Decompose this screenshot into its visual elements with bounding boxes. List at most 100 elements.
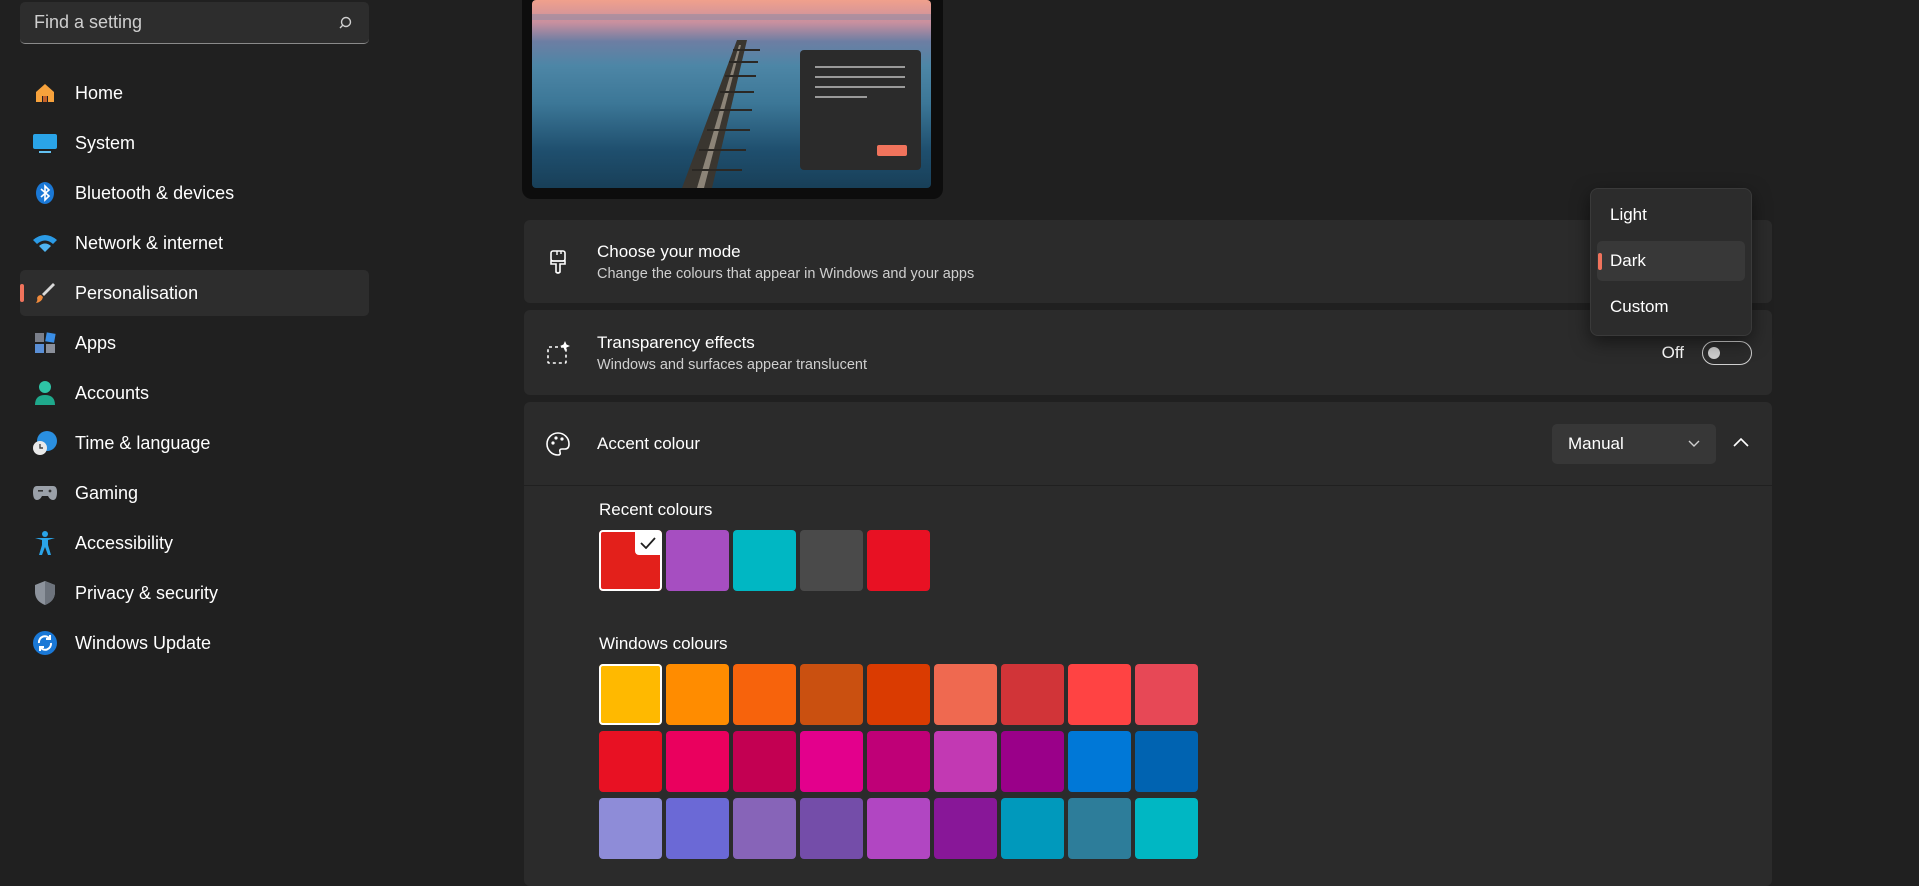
mode-option-custom[interactable]: Custom xyxy=(1597,287,1745,327)
sidebar: Home System Bluetooth & devices Network … xyxy=(0,0,390,846)
transparency-subtitle: Windows and surfaces appear translucent xyxy=(597,356,868,373)
theme-preview xyxy=(522,0,943,199)
globe-clock-icon xyxy=(32,430,58,456)
home-icon xyxy=(32,80,58,106)
sidebar-item-label: System xyxy=(75,132,136,153)
windows-colour-swatch[interactable] xyxy=(934,664,997,725)
sidebar-item-label: Gaming xyxy=(75,482,139,503)
palette-icon xyxy=(544,430,572,458)
transparency-toggle[interactable] xyxy=(1702,340,1752,365)
windows-colour-swatch[interactable] xyxy=(733,798,796,859)
bluetooth-icon xyxy=(32,180,58,206)
windows-colour-swatch[interactable] xyxy=(599,798,662,859)
windows-colour-swatch[interactable] xyxy=(800,798,863,859)
windows-colour-swatch[interactable] xyxy=(1068,731,1131,792)
windows-colour-swatch[interactable] xyxy=(867,731,930,792)
windows-colour-swatch[interactable] xyxy=(666,664,729,725)
preview-window xyxy=(800,50,921,170)
chevron-down-icon xyxy=(1688,440,1700,447)
sidebar-item-label: Privacy & security xyxy=(75,582,219,603)
sidebar-item-label: Accessibility xyxy=(75,532,174,553)
mode-option-light[interactable]: Light xyxy=(1597,195,1745,235)
windows-colour-swatch[interactable] xyxy=(733,664,796,725)
wifi-icon xyxy=(32,230,58,256)
sidebar-item-label: Windows Update xyxy=(75,632,212,653)
accent-colour-title: Accent colour xyxy=(597,433,700,453)
search-box[interactable] xyxy=(20,2,369,44)
sidebar-item-accounts[interactable]: Accounts xyxy=(20,370,369,416)
windows-colour-swatch[interactable] xyxy=(800,731,863,792)
shield-icon xyxy=(32,580,58,606)
sidebar-item-label: Home xyxy=(75,82,124,103)
recent-colour-swatch[interactable] xyxy=(800,530,863,591)
recent-colour-swatch[interactable] xyxy=(666,530,729,591)
choose-mode-card: Choose your mode Change the colours that… xyxy=(524,220,1772,303)
chevron-up-icon[interactable] xyxy=(1732,434,1750,452)
wallpaper-preview-image xyxy=(532,0,931,188)
transparency-title: Transparency effects xyxy=(597,332,755,352)
search-icon[interactable] xyxy=(339,15,355,31)
sidebar-nav: Home System Bluetooth & devices Network … xyxy=(20,70,369,670)
mode-options-menu: Light Dark Custom xyxy=(1590,188,1752,336)
windows-colour-swatch[interactable] xyxy=(867,798,930,859)
windows-colour-swatch[interactable] xyxy=(867,664,930,725)
windows-colour-swatch[interactable] xyxy=(934,731,997,792)
accent-colour-panel: Recent colours Windows colours xyxy=(524,486,1772,886)
checkmark-icon xyxy=(635,531,661,555)
sidebar-item-time-language[interactable]: Time & language xyxy=(20,420,369,466)
windows-colour-swatch[interactable] xyxy=(1068,798,1131,859)
sidebar-item-home[interactable]: Home xyxy=(20,70,369,116)
sidebar-item-label: Time & language xyxy=(75,432,211,453)
windows-colour-swatch[interactable] xyxy=(1135,731,1198,792)
paint-brush-icon xyxy=(544,248,572,276)
main-content: Choose your mode Change the colours that… xyxy=(522,0,1772,886)
update-icon xyxy=(32,630,58,656)
sidebar-item-label: Bluetooth & devices xyxy=(75,182,235,203)
sidebar-item-label: Apps xyxy=(75,332,117,353)
windows-colour-swatch[interactable] xyxy=(733,731,796,792)
search-input[interactable] xyxy=(34,12,339,33)
sidebar-item-accessibility[interactable]: Accessibility xyxy=(20,520,369,566)
accent-colour-card[interactable]: Accent colour Manual xyxy=(524,402,1772,485)
recent-colour-swatch[interactable] xyxy=(733,530,796,591)
sidebar-item-windows-update[interactable]: Windows Update xyxy=(20,620,369,666)
sidebar-item-label: Personalisation xyxy=(75,282,199,303)
toggle-state-label: Off xyxy=(1661,342,1684,362)
windows-colour-swatch[interactable] xyxy=(1001,798,1064,859)
accessibility-icon xyxy=(32,530,58,556)
choose-mode-subtitle: Change the colours that appear in Window… xyxy=(597,265,975,282)
sidebar-item-apps[interactable]: Apps xyxy=(20,320,369,366)
sidebar-item-gaming[interactable]: Gaming xyxy=(20,470,369,516)
windows-colour-swatch[interactable] xyxy=(1068,664,1131,725)
recent-colours-label: Recent colours xyxy=(599,500,713,519)
windows-colour-swatch[interactable] xyxy=(934,798,997,859)
windows-colours-label: Windows colours xyxy=(599,634,728,653)
windows-colour-swatch[interactable] xyxy=(1135,664,1198,725)
transparency-card: Transparency effects Windows and surface… xyxy=(524,310,1772,395)
sidebar-item-bluetooth[interactable]: Bluetooth & devices xyxy=(20,170,369,216)
apps-icon xyxy=(32,330,58,356)
recent-colour-swatch[interactable] xyxy=(599,530,662,591)
system-icon xyxy=(32,130,58,156)
sidebar-item-label: Accounts xyxy=(75,382,150,403)
accent-mode-dropdown[interactable]: Manual xyxy=(1552,424,1716,464)
windows-colour-swatch[interactable] xyxy=(1001,731,1064,792)
account-icon xyxy=(32,380,58,406)
brush-icon xyxy=(32,280,58,306)
windows-colour-swatch[interactable] xyxy=(599,731,662,792)
windows-colour-swatch[interactable] xyxy=(800,664,863,725)
sidebar-item-network[interactable]: Network & internet xyxy=(20,220,369,266)
mode-option-dark[interactable]: Dark xyxy=(1597,241,1745,281)
windows-colour-swatch[interactable] xyxy=(1135,798,1198,859)
windows-colour-swatch[interactable] xyxy=(599,664,662,725)
recent-colour-swatch[interactable] xyxy=(867,530,930,591)
choose-mode-title: Choose your mode xyxy=(597,241,741,261)
sidebar-item-system[interactable]: System xyxy=(20,120,369,166)
sidebar-item-privacy[interactable]: Privacy & security xyxy=(20,570,369,616)
sidebar-item-label: Network & internet xyxy=(75,232,224,253)
sidebar-item-personalisation[interactable]: Personalisation xyxy=(20,270,369,316)
accent-mode-value: Manual xyxy=(1568,434,1624,453)
windows-colour-swatch[interactable] xyxy=(1001,664,1064,725)
windows-colour-swatch[interactable] xyxy=(666,731,729,792)
windows-colour-swatch[interactable] xyxy=(666,798,729,859)
